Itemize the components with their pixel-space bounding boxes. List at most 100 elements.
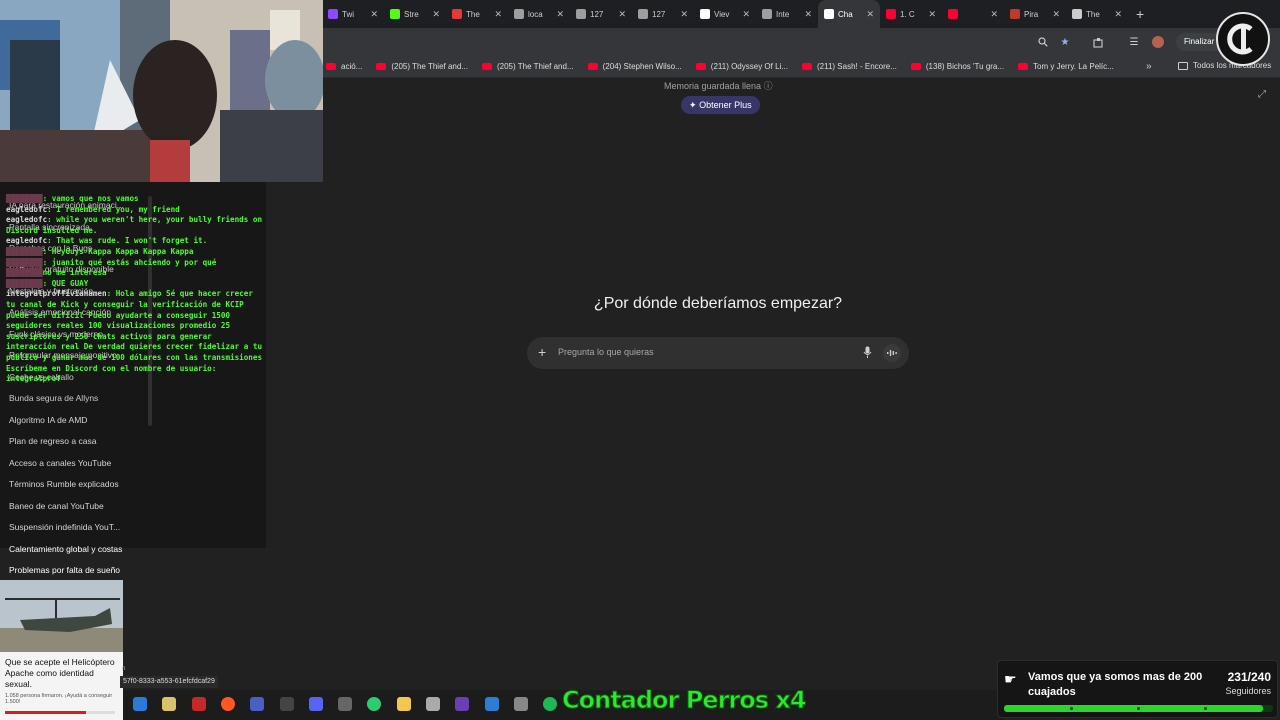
youtube-icon	[886, 9, 896, 19]
vscode-icon[interactable]	[484, 697, 499, 711]
close-icon[interactable]: ✕	[367, 9, 378, 20]
petition-title[interactable]: Que se acepte el Helicóptero Apache como…	[5, 657, 120, 690]
visual-studio-icon[interactable]	[455, 697, 470, 711]
bookmark-label: Tom y Jerry. La Pelíc...	[1033, 62, 1114, 71]
chrome-icon[interactable]	[279, 697, 294, 711]
microphone-icon[interactable]	[863, 346, 872, 364]
bookmark-star-icon[interactable]: ★	[1058, 35, 1072, 49]
tab-label: Cha	[838, 9, 853, 19]
history-item[interactable]: Suspensión indefinida YouT...	[9, 522, 120, 532]
prompt-composer[interactable]: + Pregunta lo que quieras	[527, 337, 909, 369]
close-icon[interactable]: ✕	[1049, 9, 1060, 20]
history-item[interactable]: Plan de regreso a casa	[9, 436, 96, 446]
close-icon[interactable]: ✕	[1111, 9, 1122, 20]
file-explorer-icon[interactable]	[162, 697, 177, 711]
chat-username-obscured: ████████	[6, 246, 43, 256]
history-item[interactable]: Términos Rumble explicados	[9, 479, 119, 489]
bookmark-item[interactable]: (205) The Thief and...	[481, 62, 574, 71]
chat-text: : Hola amigo Sé que hacer crecer tu cana…	[6, 289, 263, 384]
close-icon[interactable]: ✕	[801, 9, 812, 20]
obs-icon[interactable]	[338, 697, 353, 711]
prompt-input[interactable]: Pregunta lo que quieras	[558, 347, 654, 357]
tab[interactable]: The ✕	[1066, 0, 1128, 28]
close-icon[interactable]: ✕	[553, 9, 564, 20]
store-icon[interactable]	[133, 697, 147, 711]
sparkle-icon: ✦	[689, 100, 697, 110]
tab[interactable]: Stre ✕	[384, 0, 446, 28]
bookmark-item[interactable]: Tom y Jerry. La Pelíc...	[1018, 62, 1114, 71]
v-app-icon[interactable]	[250, 697, 265, 711]
youtube-icon	[376, 63, 387, 70]
chat-message: eagledofc: while you weren't here, your …	[6, 215, 264, 236]
new-tab-icon[interactable]: +	[1136, 6, 1144, 22]
close-icon[interactable]: ✕	[925, 9, 936, 20]
close-icon[interactable]: ✕	[987, 9, 998, 20]
bookmarks-overflow-icon[interactable]: »	[1146, 61, 1152, 72]
discord-icon[interactable]	[308, 697, 323, 711]
memory-notice[interactable]: Memoria guardada llena ⓘ	[664, 79, 773, 92]
bookmark-item[interactable]: (138) Bichos 'Tu gra...	[910, 62, 1005, 71]
petition-progress	[5, 711, 115, 714]
history-item[interactable]: Problemas por falta de sueño	[9, 565, 120, 575]
tab[interactable]: Cha ✕	[818, 0, 880, 28]
bookmark-item[interactable]: (211) Sash! - Encore...	[802, 62, 897, 71]
history-item[interactable]: Baneo de canal YouTube	[9, 501, 104, 511]
tab[interactable]: loca ✕	[508, 0, 570, 28]
close-icon[interactable]: ✕	[739, 9, 750, 20]
close-icon[interactable]: ✕	[429, 9, 440, 20]
globe-icon	[576, 9, 586, 19]
tab-label: The	[1086, 9, 1100, 19]
bookmark-label: (205) The Thief and...	[496, 62, 574, 71]
close-icon[interactable]: ✕	[615, 9, 626, 20]
folder-icon[interactable]	[396, 697, 411, 711]
settings-icon[interactable]	[513, 697, 528, 711]
petition-widget[interactable]: Que se acepte el Helicóptero Apache como…	[0, 580, 123, 720]
history-item[interactable]: Acceso a canales YouTube	[9, 458, 111, 468]
youtube-icon	[587, 63, 598, 70]
history-item[interactable]: Algoritmo IA de AMD	[9, 415, 87, 425]
bookmark-label: (138) Bichos 'Tu gra...	[925, 62, 1005, 71]
tab[interactable]: 127 ✕	[632, 0, 694, 28]
tab[interactable]: Pira ✕	[1004, 0, 1066, 28]
bookmark-list: ació... (205) The Thief and... (205) The T…	[326, 62, 1128, 71]
close-icon[interactable]: ✕	[863, 9, 874, 20]
expand-icon[interactable]: ⤢	[1258, 89, 1270, 101]
bookmark-item[interactable]: (211) Odyssey Of Li...	[695, 62, 788, 71]
history-item[interactable]: Bunda segura de Allyns	[9, 393, 98, 403]
tab[interactable]: Viev ✕	[694, 0, 756, 28]
voice-mode-button[interactable]	[883, 344, 901, 362]
status-prefix: n	[122, 666, 126, 672]
bookmark-item[interactable]: (205) The Thief and...	[376, 62, 468, 71]
tab[interactable]: 127 ✕	[570, 0, 632, 28]
youtube-icon	[326, 63, 336, 70]
app-icon[interactable]	[426, 697, 440, 711]
close-icon[interactable]: ✕	[677, 9, 688, 20]
zoom-icon[interactable]	[1036, 35, 1050, 49]
stream-chat-overlay: ████████: vamos que nos vamos eagledofc: …	[6, 194, 264, 385]
tab[interactable]: The ✕	[446, 0, 508, 28]
attach-plus-icon[interactable]: +	[538, 344, 546, 360]
chat-username: integralproffivianamen	[6, 289, 107, 299]
get-plus-button[interactable]: ✦ Obtener Plus	[681, 96, 760, 114]
webcam-overlay	[0, 0, 323, 182]
tab[interactable]: 1. C ✕	[880, 0, 942, 28]
history-item[interactable]: Calentamiento global y costas	[9, 544, 122, 554]
profile-avatar[interactable]	[1151, 35, 1165, 49]
youtube-icon	[910, 63, 921, 70]
chat-text: : HeyGuys Kappa Kappa Kappa Kappa	[42, 246, 194, 256]
brave-icon[interactable]	[220, 697, 235, 711]
tab[interactable]: Twi ✕	[322, 0, 384, 28]
chat-message: ████████no me interesa	[6, 268, 264, 279]
tab[interactable]: Inte ✕	[756, 0, 818, 28]
bookmark-item[interactable]: ació...	[326, 62, 362, 71]
app-icon[interactable]	[191, 697, 206, 711]
folder-icon	[1178, 61, 1188, 70]
goal-marker	[1070, 707, 1073, 710]
all-bookmarks-button[interactable]: Todos los marcadores	[1178, 61, 1271, 70]
reading-list-icon[interactable]: ☰	[1127, 35, 1141, 49]
bookmark-item[interactable]: (204) Stephen Wilso...	[587, 62, 682, 71]
extensions-icon[interactable]	[1091, 35, 1105, 49]
youtube-icon	[1018, 63, 1029, 70]
tab[interactable]: ✕	[942, 0, 1004, 28]
close-icon[interactable]: ✕	[491, 9, 502, 20]
